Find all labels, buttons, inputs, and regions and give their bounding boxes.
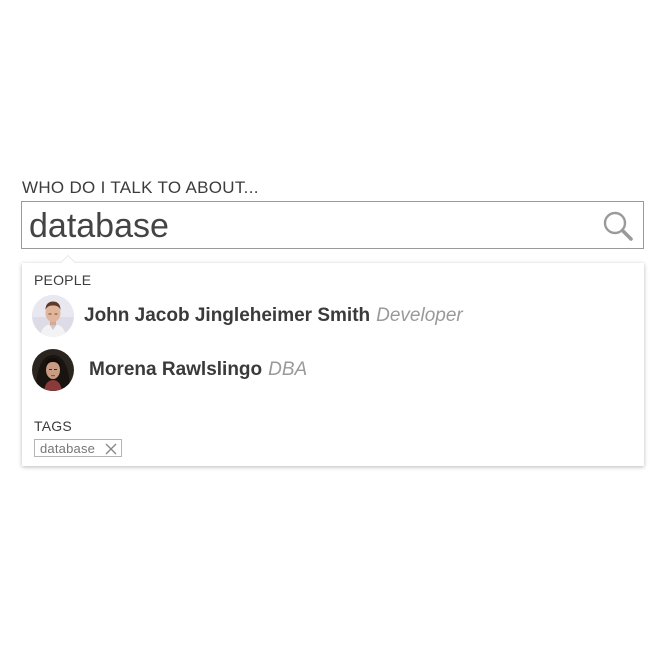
search-icon[interactable] <box>602 210 634 242</box>
close-icon[interactable] <box>105 442 117 455</box>
person-result[interactable]: Morena Rawlslingo DBA <box>32 349 307 391</box>
search-box <box>21 201 644 249</box>
search-widget: WHO DO I TALK TO ABOUT... PEOPLE <box>0 0 668 656</box>
person-role: DBA <box>268 359 308 380</box>
tag-chip[interactable]: database <box>34 439 123 457</box>
tags-section-title: TAGS <box>34 418 72 434</box>
search-label: WHO DO I TALK TO ABOUT... <box>22 178 259 197</box>
person-role: Developer <box>376 305 463 326</box>
person-result[interactable]: John Jacob Jingleheimer Smith Developer <box>32 295 463 337</box>
people-section-title: PEOPLE <box>34 272 92 288</box>
dropdown-caret <box>60 255 76 263</box>
search-input[interactable] <box>29 206 589 246</box>
tag-label: database <box>40 440 96 456</box>
results-dropdown: PEOPLE John Jacob Jingleheimer Smith Dev… <box>22 255 644 466</box>
avatar <box>32 349 74 391</box>
person-name: Morena Rawlslingo <box>89 359 263 380</box>
avatar <box>32 295 74 337</box>
person-name: John Jacob Jingleheimer Smith <box>84 305 371 326</box>
